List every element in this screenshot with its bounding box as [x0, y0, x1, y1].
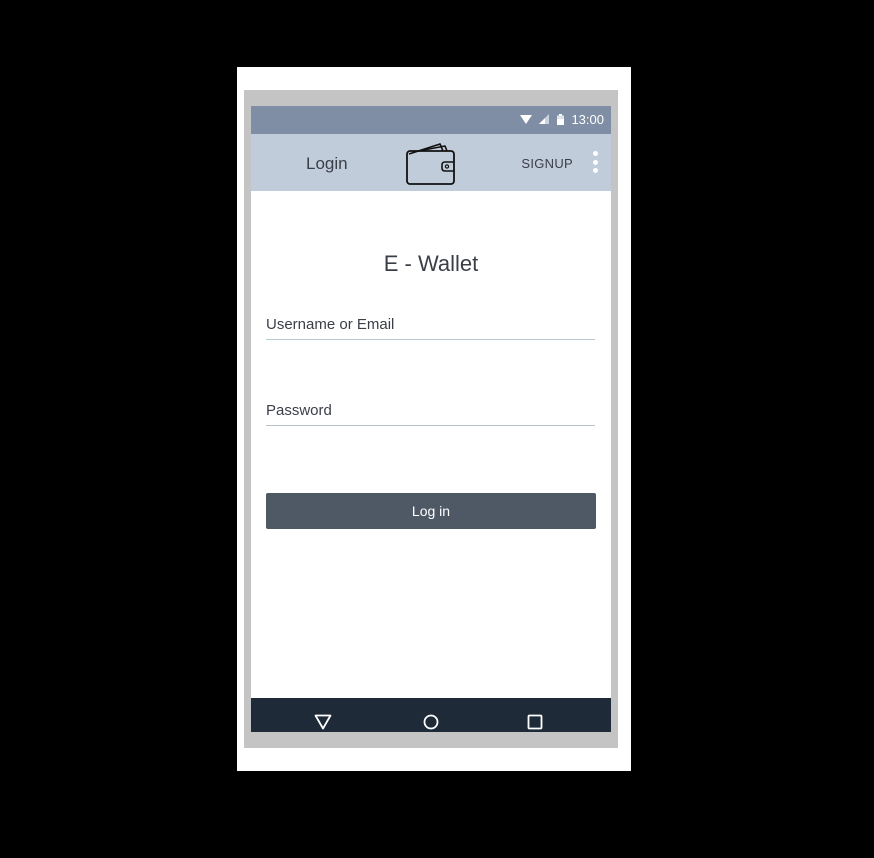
signup-button[interactable]: SIGNUP — [521, 156, 573, 171]
wallet-icon — [406, 143, 455, 185]
status-bar: 13:00 — [251, 106, 611, 134]
page-heading: E - Wallet — [383, 251, 479, 276]
status-icons: 13:00 — [520, 112, 604, 127]
status-time: 13:00 — [571, 112, 604, 127]
signal-icon — [539, 114, 550, 124]
wifi-icon — [520, 115, 533, 124]
username-input[interactable] — [266, 309, 595, 340]
password-input[interactable] — [266, 395, 595, 426]
back-icon[interactable] — [313, 712, 333, 732]
app-bar: Login SIGNUP — [251, 134, 611, 191]
overflow-menu-icon[interactable] — [592, 151, 598, 173]
home-icon[interactable] — [421, 712, 441, 732]
navigation-bar — [251, 698, 611, 732]
app-title: Login — [306, 154, 348, 173]
login-button[interactable]: Log in — [266, 493, 596, 529]
recents-icon[interactable] — [525, 712, 545, 732]
battery-icon — [557, 114, 565, 125]
phone-screen: 13:00 Login SIGNUP E - Wallet Log in — [251, 106, 611, 732]
